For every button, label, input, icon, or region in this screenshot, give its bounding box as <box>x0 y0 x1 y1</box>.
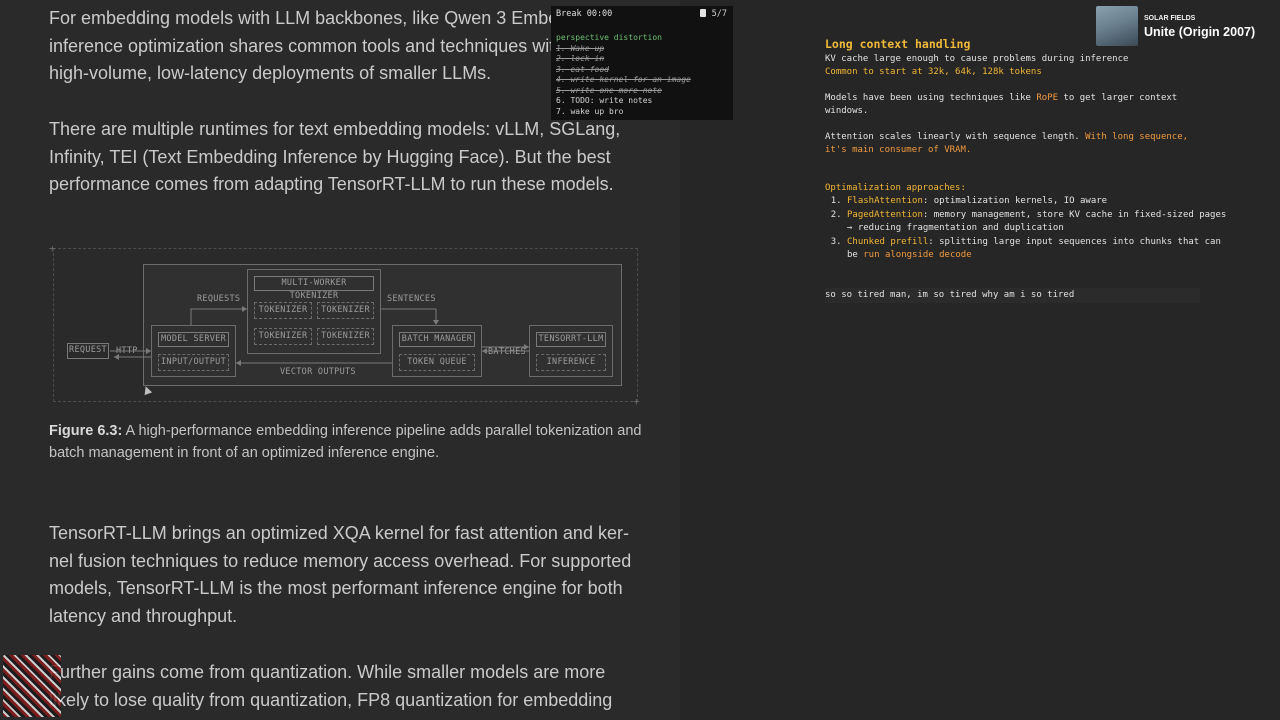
album-art <box>1096 6 1138 46</box>
approaches-list: FlashAttention: optimalization kernels, … <box>825 195 1227 263</box>
note-line: KV cache large enough to cause problems … <box>825 54 1129 64</box>
artist-name: SOLAR FIELDS <box>1144 15 1196 22</box>
todo-item: 7. wake up bro <box>556 106 624 116</box>
todo-list: perspective distortion 1. Wake up 2. loc… <box>556 33 728 117</box>
paragraph: TensorRT-LLM brings an optimized XQA ker… <box>49 523 632 626</box>
list-item: FlashAttention: optimalization kernels, … <box>847 195 1227 209</box>
todo-item: 2. lock in <box>556 54 605 63</box>
figure-caption-text: A high-performance embedding inference p… <box>49 423 642 461</box>
diagram-connectors <box>110 306 529 366</box>
pipeline-diagram: + + REQUEST HTTP MODEL SERVER INPUT/OUTP… <box>49 243 640 407</box>
avatar <box>3 655 61 717</box>
todo-overlay[interactable]: Break 00:00 5/7 perspective distortion 1… <box>551 6 733 120</box>
todo-item: 5. write one more note <box>556 85 662 95</box>
todo-item: 1. Wake up <box>556 43 605 53</box>
paragraph: There are multiple runtimes for text emb… <box>49 119 621 194</box>
list-item: Chunked prefill: splitting large input s… <box>847 236 1227 263</box>
note-line: it's main consumer of VRAM. <box>825 145 972 155</box>
note-line: Common to start at 32k, 64k, 128k tokens <box>825 67 1042 77</box>
note-line: windows. <box>825 106 869 116</box>
note-input-line[interactable]: so so tired man, im so tired why am i so… <box>825 288 1200 303</box>
list-item: PagedAttention: memory management, store… <box>847 209 1227 236</box>
figure-caption-label: Figure 6.3: <box>49 423 123 439</box>
todo-item: 3. eat food <box>556 64 609 74</box>
notes-pane[interactable]: Long context handling KV cache large eno… <box>808 0 1228 720</box>
page-count: 5/7 <box>711 9 727 19</box>
document-icon <box>699 9 706 17</box>
todo-item: perspective distortion <box>556 33 662 42</box>
todo-item: 6. TODO: write notes <box>556 96 653 105</box>
now-playing-widget[interactable]: SOLAR FIELDS Unite (Origin 2007) <box>1096 6 1276 46</box>
figure-caption: Figure 6.3: A high-performance embedding… <box>49 421 649 464</box>
note-line: Attention scales linearly with sequence … <box>825 132 1189 142</box>
notes-heading: Long context handling <box>825 37 971 51</box>
todo-item: 4. write kernel for an image <box>556 75 691 84</box>
approaches-heading: Optimalization approaches: <box>825 183 966 193</box>
track-title: Unite (Origin 2007) <box>1144 25 1256 39</box>
break-timer: Break 00:00 <box>556 9 613 19</box>
paragraph: Further gains come from quantization. Wh… <box>49 662 613 710</box>
page-counter: 5/7 <box>699 9 727 19</box>
note-line: Models have been using techniques like R… <box>825 93 1178 103</box>
